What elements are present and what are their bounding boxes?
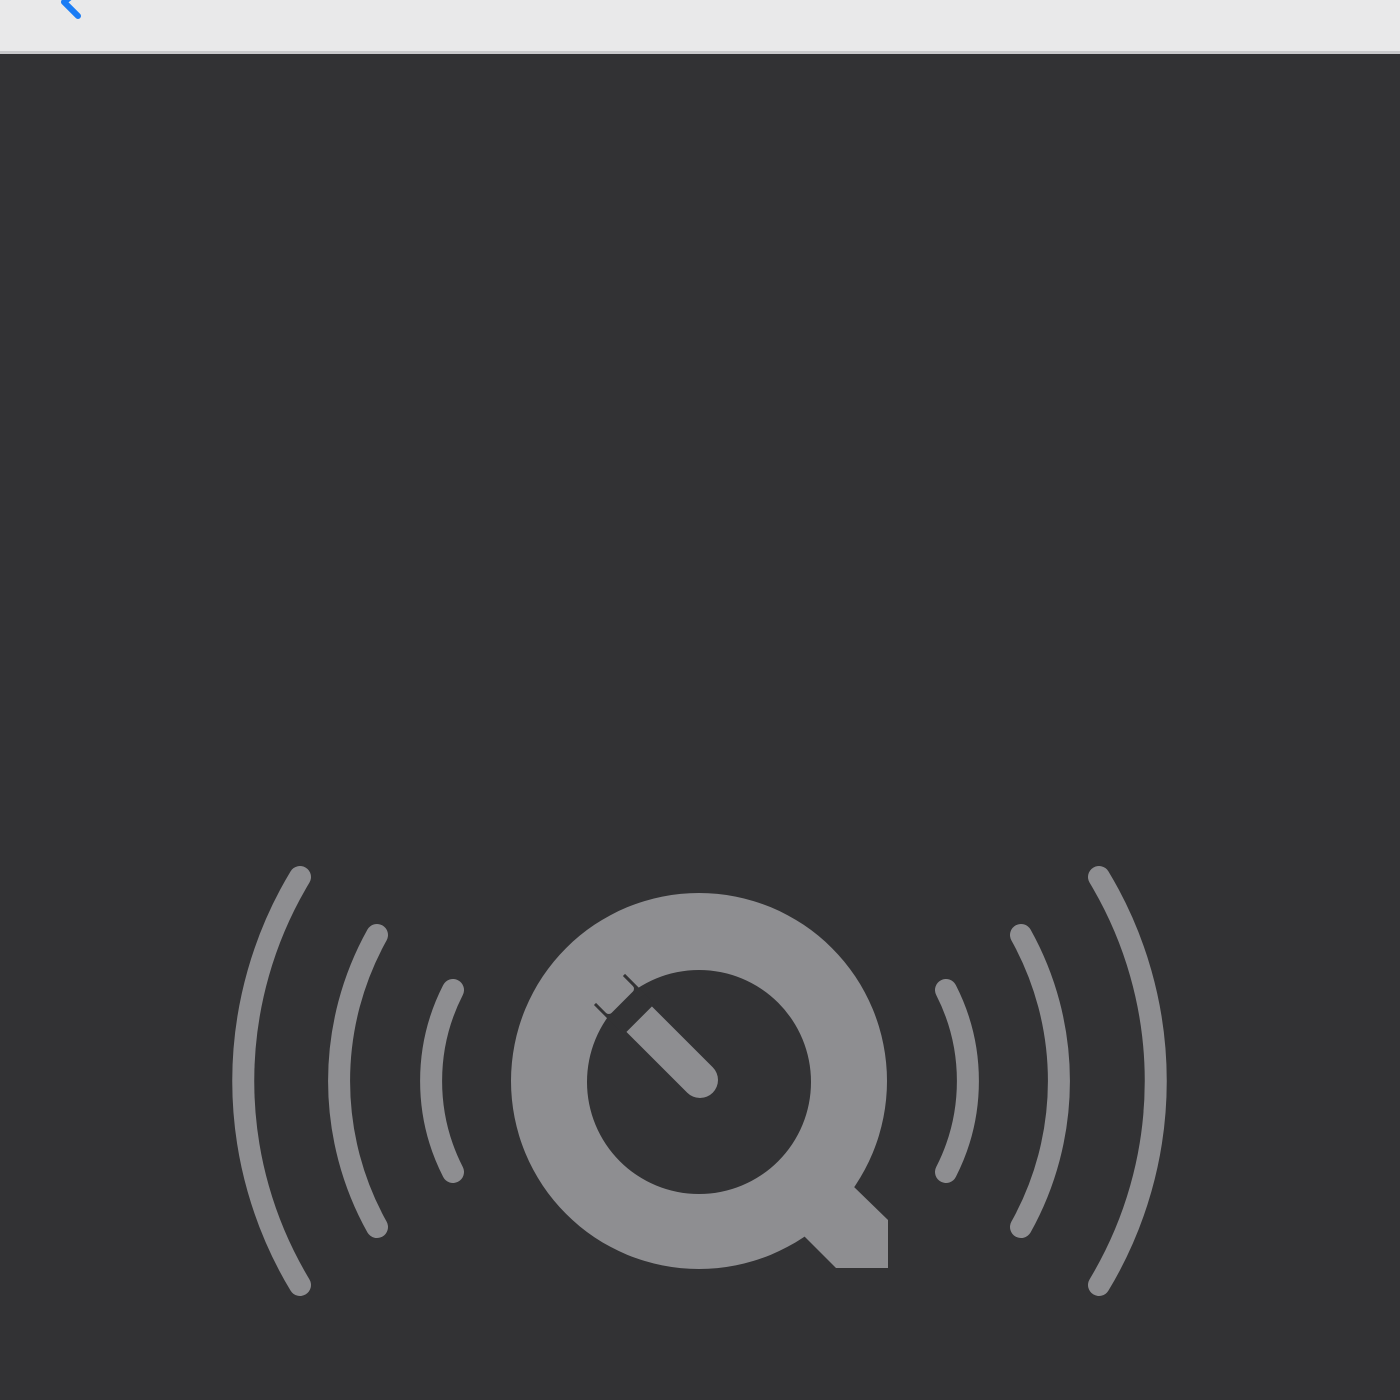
chevron-left-icon[interactable] <box>52 0 92 22</box>
right-wave-outer-icon <box>1088 866 1167 1296</box>
window-title <box>130 0 1030 10</box>
window-title-bar <box>0 0 1400 54</box>
right-wave-middle-icon <box>1010 924 1070 1238</box>
quicktime-q-icon <box>511 893 888 1269</box>
left-wave-middle-icon <box>328 924 388 1238</box>
player-content-area <box>0 54 1400 1400</box>
left-wave-outer-icon <box>232 866 311 1296</box>
left-wave-inner-icon <box>420 979 464 1183</box>
quicktime-broadcast-logo-icon <box>232 866 1167 1296</box>
right-wave-inner-icon <box>935 979 979 1183</box>
